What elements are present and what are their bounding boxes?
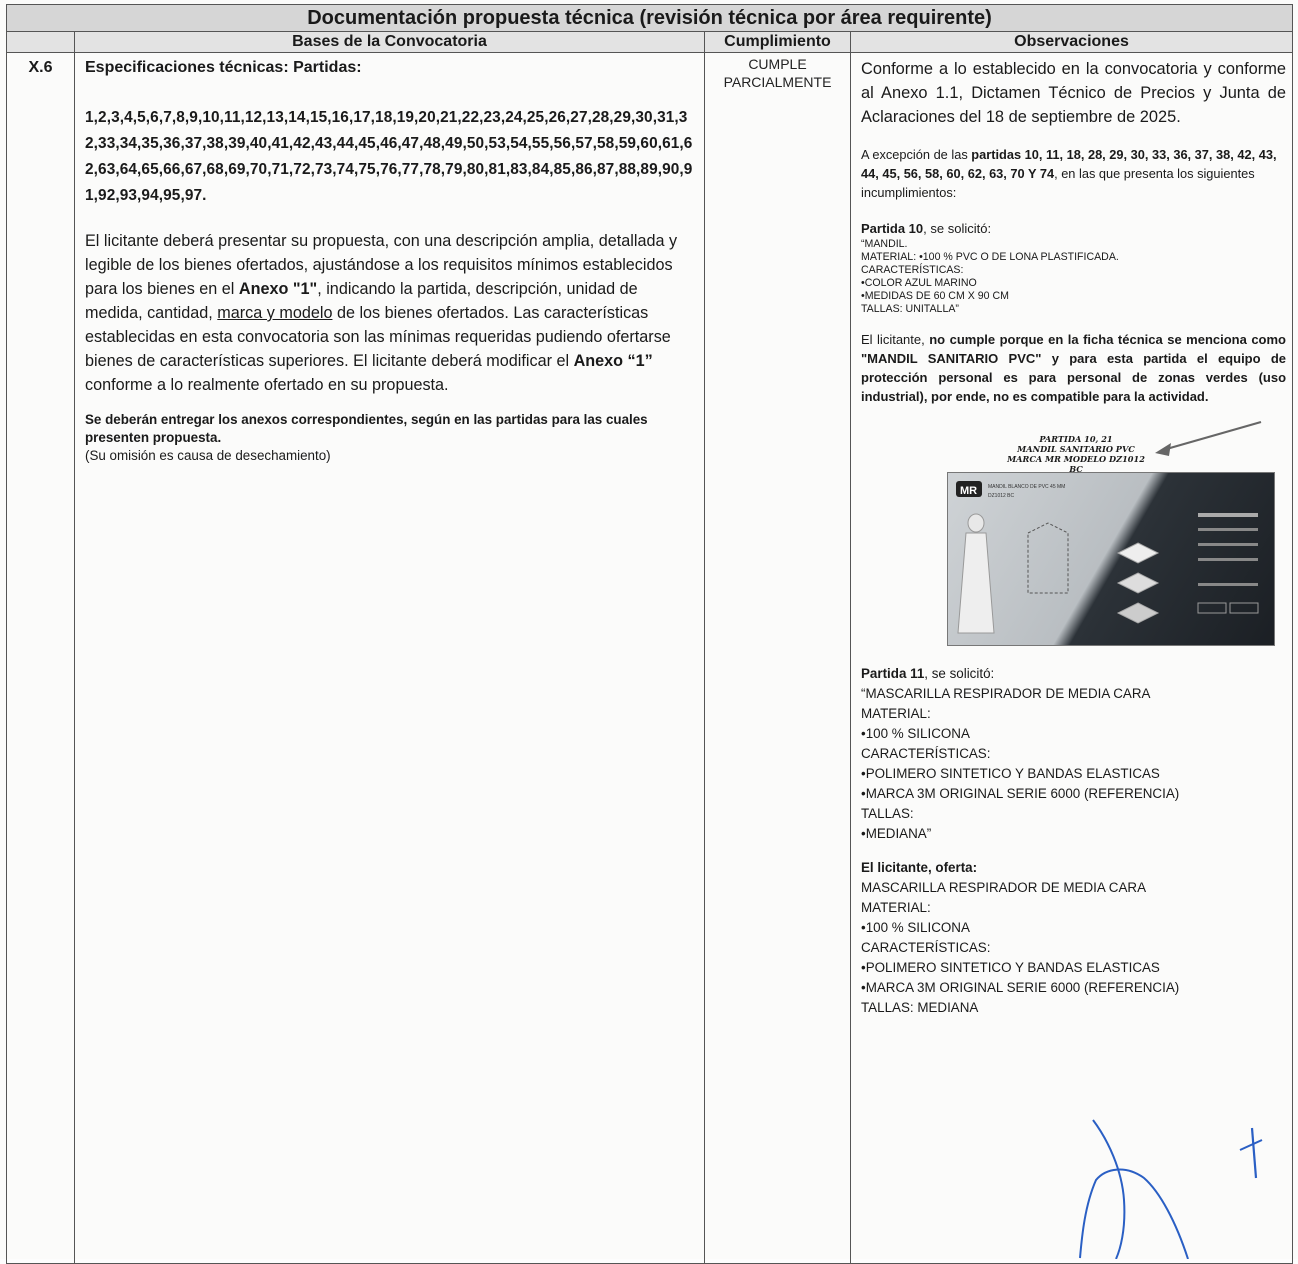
column-header-bases: Bases de la Convocatoria	[74, 31, 705, 53]
partida-11-label: Partida 11	[861, 666, 925, 681]
partida-11-heading: Partida 11, se solicitó:	[861, 664, 1286, 684]
column-header-observaciones: Observaciones	[849, 31, 1294, 53]
partidas-list: 1,2,3,4,5,6,7,8,9,10,11,12,13,14,15,16,1…	[85, 109, 693, 204]
figure-caption: PARTIDA 10, 21 MANDIL SANITARIO PVC MARC…	[1001, 434, 1151, 474]
figure-product: MANDIL BLANCO DE PVC 45 MM	[988, 484, 1065, 490]
obs-exception-pre: A excepción de las	[861, 147, 972, 162]
bases-marca-modelo: marca y modelo	[217, 304, 333, 322]
figure-caption-line-3: MARCA MR MODELO DZ1012 BC	[1007, 454, 1145, 474]
table-title: Documentación propuesta técnica (revisió…	[5, 4, 1294, 32]
offer-body: MASCARILLA RESPIRADOR DE MEDIA CARA MATE…	[861, 880, 1180, 1015]
partida-11-rest: , se solicitó:	[924, 666, 995, 681]
table-row: X.6 Especificaciones técnicas: Partidas:…	[6, 52, 1294, 1264]
column-header-cumplimiento: Cumplimiento	[704, 31, 851, 53]
bases-text-4: conforme a lo realmente ofertado en su p…	[85, 376, 449, 394]
partida-10-note: El licitante, no cumple porque en la fic…	[861, 330, 1286, 406]
bases-paragraph: El licitante deberá presentar su propues…	[85, 229, 694, 397]
figure-caption-line-2: MANDIL SANITARIO PVC	[1017, 444, 1135, 454]
column-header-empty	[6, 31, 75, 53]
partida-10-rest: , se solicitó:	[923, 221, 992, 236]
spec-title: Especificaciones técnicas: Partidas:	[85, 59, 362, 76]
row-number: X.6	[6, 52, 75, 1264]
figure-model: DZ1012 BC	[988, 493, 1015, 499]
bases-anexo-2: Anexo “1”	[573, 352, 653, 370]
partida-10-heading: Partida 10, se solicitó:	[861, 220, 1286, 238]
cumplimiento-status: CUMPLE PARCIALMENTE	[723, 56, 832, 90]
obs-exception: A excepción de las partidas 10, 11, 18, …	[861, 145, 1286, 202]
product-figure: PARTIDA 10, 21 MANDIL SANITARIO PVC MARC…	[861, 418, 1286, 648]
review-table: Documentación propuesta técnica (revisió…	[5, 4, 1294, 1264]
obs-intro: Conforme a lo establecido en la convocat…	[861, 60, 1287, 126]
omission-note: (Su omisión es causa de desechamiento)	[85, 448, 331, 463]
bases-cell: Especificaciones técnicas: Partidas: 1,2…	[74, 52, 705, 1264]
observaciones-cell: Conforme a lo establecido en la convocat…	[849, 52, 1294, 1264]
partida-10-label: Partida 10	[861, 221, 924, 236]
column-header-row: Bases de la Convocatoria Cumplimiento Ob…	[6, 31, 1294, 53]
figure-caption-line-1: PARTIDA 10, 21	[1039, 434, 1113, 444]
partida-11-requested: “MASCARILLA RESPIRADOR DE MEDIA CARA MAT…	[861, 686, 1180, 841]
bases-anexo-1: Anexo "1"	[238, 280, 318, 298]
partida-10-note-pre: El licitante,	[861, 332, 930, 347]
product-photo: MR MANDIL BLANCO DE PVC 45 MM DZ1012 BC	[947, 472, 1275, 646]
offer-heading: El licitante, oferta:	[861, 860, 978, 875]
table-title-row: Documentación propuesta técnica (revisió…	[5, 4, 1294, 32]
anexos-note: Se deberán entregar los anexos correspon…	[85, 412, 648, 445]
figure-arrow	[1155, 420, 1262, 456]
partida-10-requested: “MANDIL. MATERIAL: •100 % PVC O DE LONA …	[861, 238, 1119, 315]
product-photo-drawing: MR MANDIL BLANCO DE PVC 45 MM DZ1012 BC	[956, 481, 1259, 634]
cumplimiento-cell: CUMPLE PARCIALMENTE	[704, 52, 851, 1264]
figure-logo: MR	[960, 485, 977, 497]
